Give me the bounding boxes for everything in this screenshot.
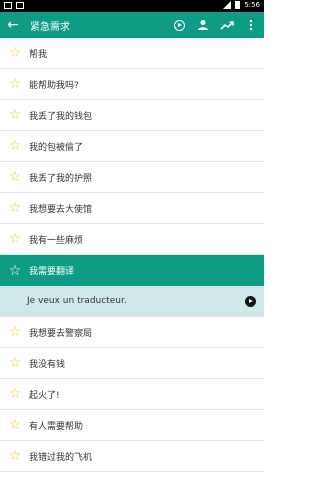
translation-text: Je veux un traducteur. [27,296,127,306]
phrase-label: 我需要翻译 [29,267,75,277]
phrase-list: ☆ 帮我 ☆ 能帮助我吗? ☆ 我丢了我的钱包 ☆ 我的包被偷了 ☆ 我丢了我的… [0,38,264,472]
phrase-row[interactable]: ☆ 我没有钱 [0,348,264,379]
status-bar: 5:56 [0,0,264,12]
shield-icon [16,2,24,9]
phrase-row[interactable]: ☆ 我的包被偷了 [0,131,264,162]
back-arrow-icon: ← [7,17,19,33]
battery-icon [235,1,241,9]
app-bar: ← 紧急需求 [0,12,264,38]
stats-button[interactable] [220,18,234,32]
phrase-label: 我想要去大使馆 [29,204,93,215]
back-button[interactable]: ← [0,12,26,38]
phrase-label: 有人需要帮助 [29,421,84,432]
profile-button[interactable] [196,18,210,32]
phrase-row[interactable]: ☆ 能帮助我吗? [0,69,264,100]
phrase-label: 我没有钱 [29,359,66,370]
overflow-menu-button[interactable] [244,18,258,32]
trending-up-icon [220,21,234,30]
play-circle-icon [173,19,185,31]
person-icon [198,20,208,30]
phrase-label: 帮我 [29,49,48,60]
star-outline-icon[interactable]: ☆ [8,324,22,340]
star-outline-icon[interactable]: ☆ [8,107,22,123]
phrase-label: 我想要去警察局 [29,328,93,339]
star-outline-icon[interactable]: ☆ [8,448,22,464]
play-audio-icon[interactable] [245,295,256,307]
star-outline-icon[interactable]: ☆ [8,200,22,216]
star-outline-icon[interactable]: ☆ [8,169,22,185]
status-right: 5:56 [223,1,260,9]
star-outline-icon[interactable]: ☆ [8,231,22,247]
phrase-label: 我错过我的飞机 [29,452,93,463]
phrase-row[interactable]: ☆ 帮我 [0,38,264,69]
star-outline-icon[interactable]: ☆ [8,263,22,279]
phrase-label: 我丢了我的护照 [29,173,93,184]
star-outline-icon[interactable]: ☆ [8,355,22,371]
phrase-row[interactable]: ☆ 有人需要帮助 [0,410,264,441]
more-vertical-icon [249,19,253,31]
star-outline-icon[interactable]: ☆ [8,386,22,402]
phrase-label: 能帮助我吗? [29,80,79,91]
phrase-label: 我有一些麻烦 [29,235,84,246]
phrase-row[interactable]: ☆ 我错过我的飞机 [0,441,264,472]
phrase-label: 我丢了我的钱包 [29,111,93,122]
star-outline-icon[interactable]: ☆ [8,138,22,154]
status-left [4,2,24,9]
page-title: 紧急需求 [30,21,70,33]
phrase-row-selected[interactable]: ☆ 我需要翻译 [0,255,264,286]
phrase-label: 起火了! [29,390,60,401]
phrase-label: 我的包被偷了 [29,142,84,153]
star-outline-icon[interactable]: ☆ [8,417,22,433]
phrase-row[interactable]: ☆ 起火了! [0,379,264,410]
status-time: 5:56 [244,1,260,9]
translation-panel: Je veux un traducteur. [0,286,264,317]
phrase-row[interactable]: ☆ 我想要去警察局 [0,317,264,348]
phrase-row[interactable]: ☆ 我想要去大使馆 [0,193,264,224]
phrase-row[interactable]: ☆ 我有一些麻烦 [0,224,264,255]
notification-icon [4,2,12,9]
star-outline-icon[interactable]: ☆ [8,76,22,92]
app-actions [172,18,258,32]
phrase-row[interactable]: ☆ 我丢了我的护照 [0,162,264,193]
phrase-row[interactable]: ☆ 我丢了我的钱包 [0,100,264,131]
star-outline-icon[interactable]: ☆ [8,45,22,61]
signal-icon [223,1,232,9]
play-all-button[interactable] [172,18,186,32]
